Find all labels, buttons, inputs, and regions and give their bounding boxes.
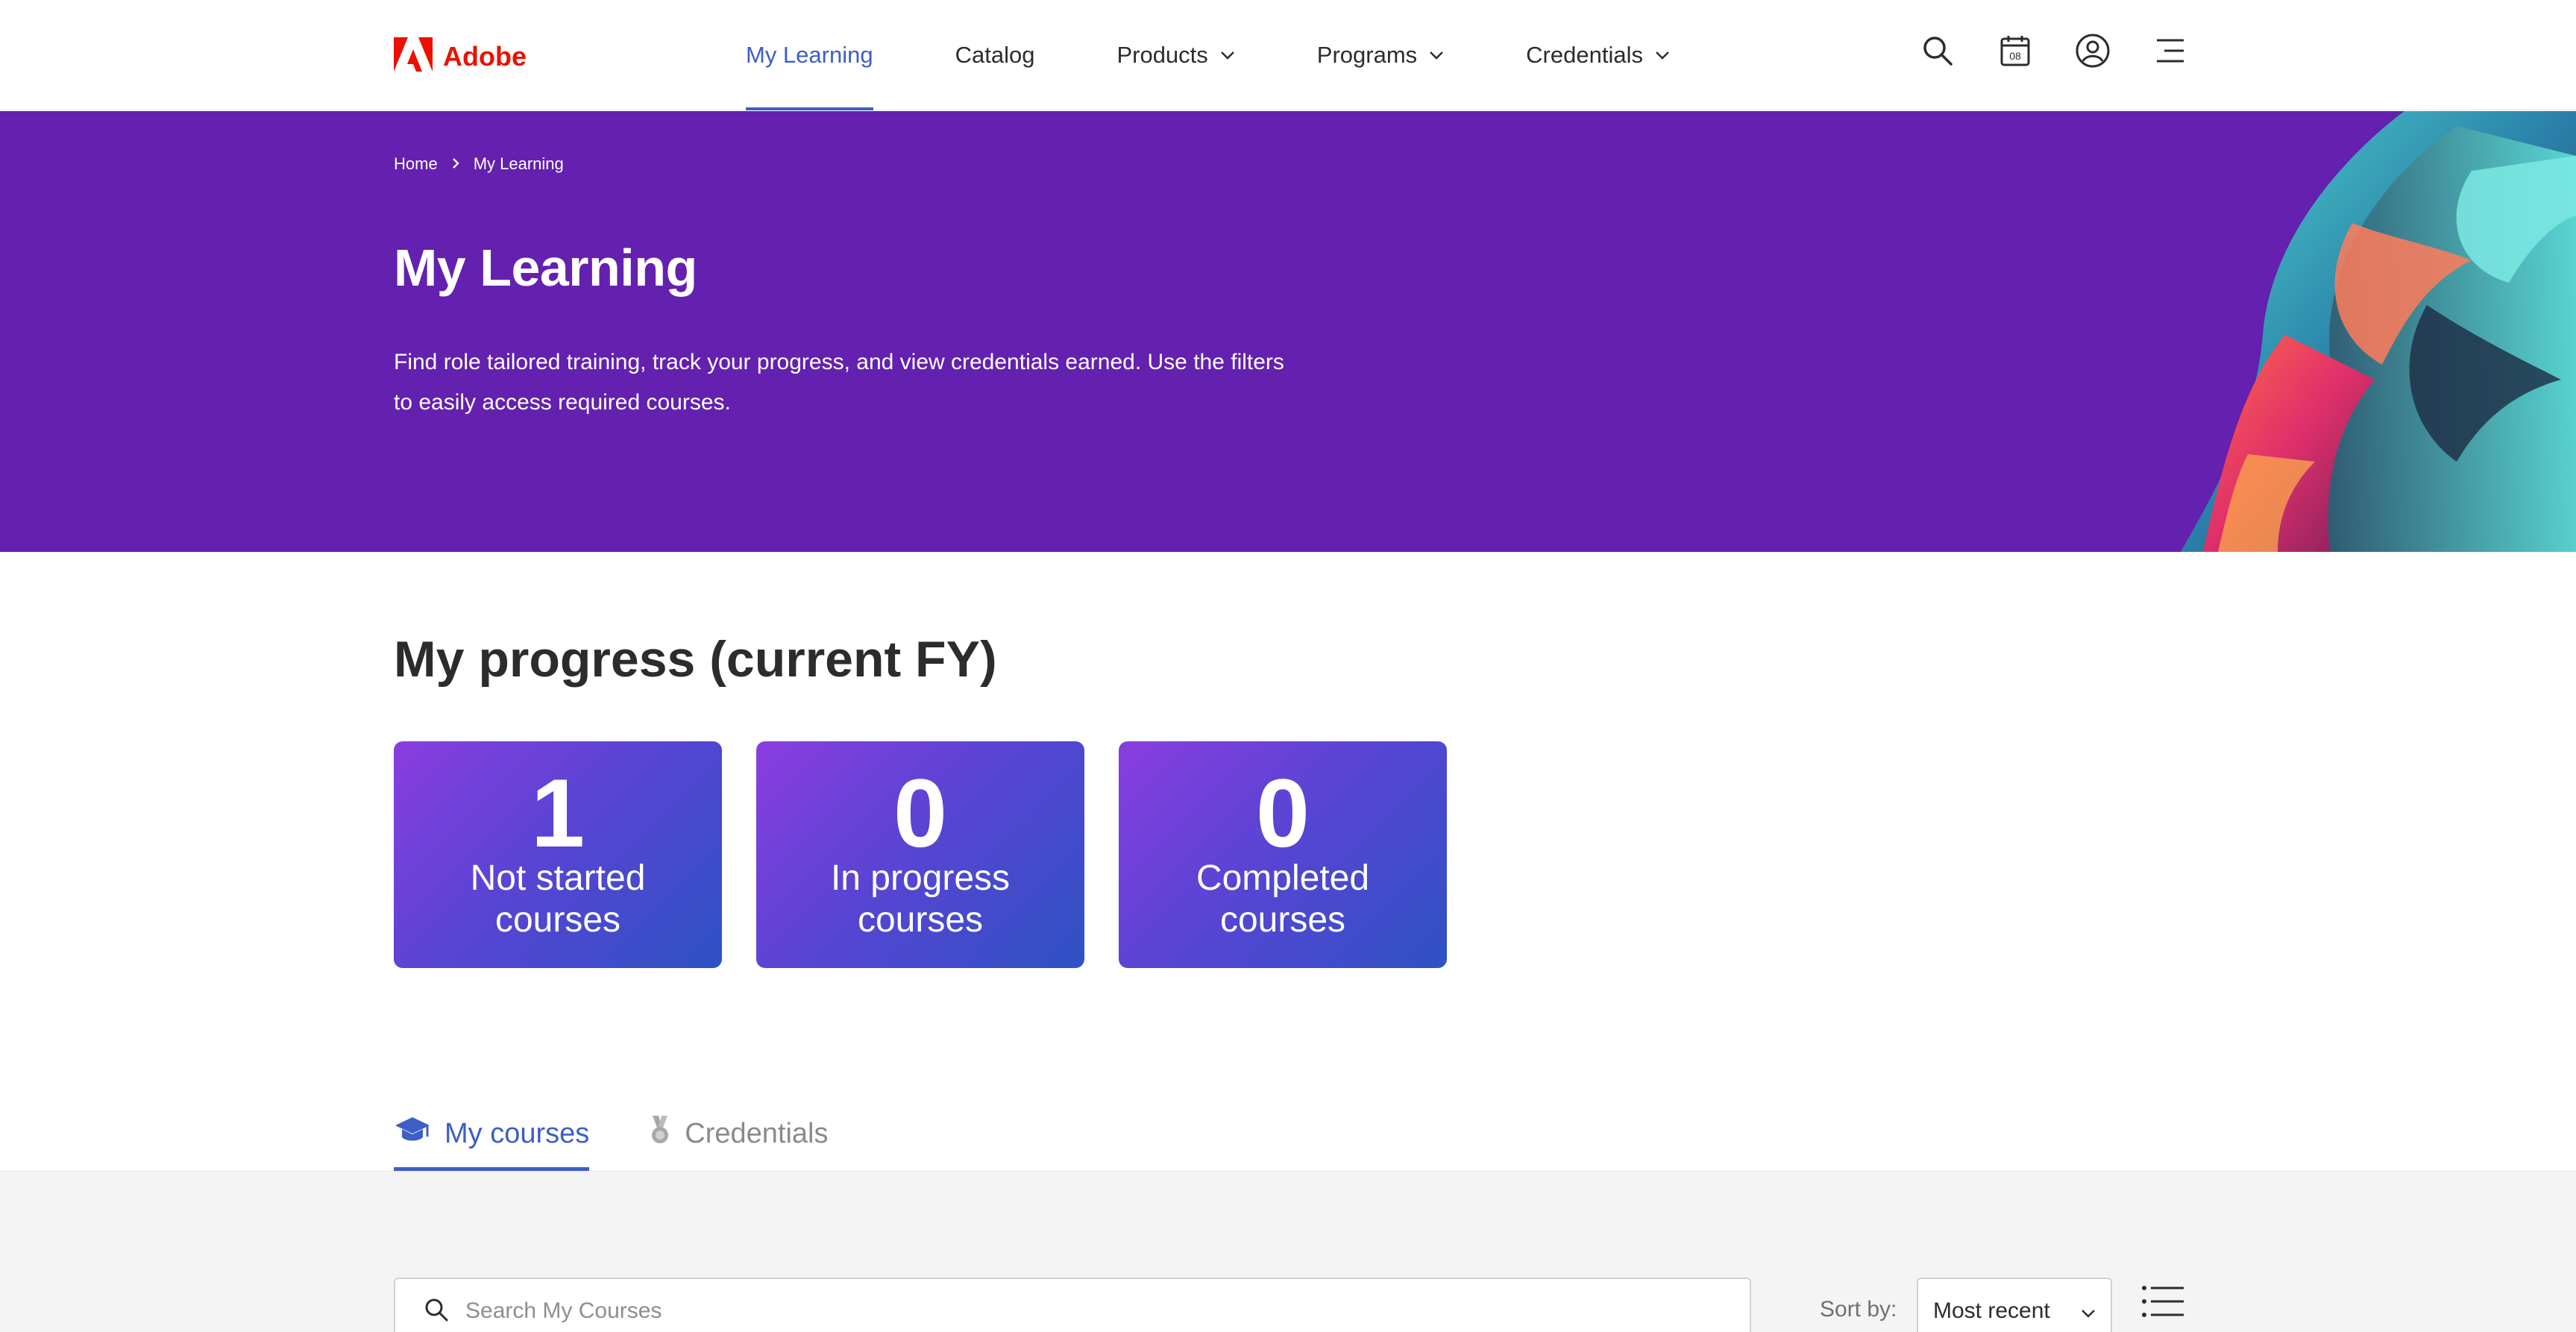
breadcrumb: Home My Learning [394,154,564,174]
not-started-courses-card[interactable]: 1 Not started courses [394,741,722,968]
page: Adobe My Learning Catalog Products Progr… [0,0,2576,1332]
search-icon [424,1297,449,1326]
nav-label: Credentials [1526,42,1643,68]
card-count: 1 [530,758,585,867]
sort-selected-value: Most recent [1933,1298,2050,1323]
completed-courses-card[interactable]: 0 Completed courses [1119,741,1447,968]
brand-name: Adobe [443,40,527,72]
list-view-icon[interactable] [2140,1284,2185,1328]
hero-abstract-artwork [2158,111,2576,552]
nav-label: Products [1116,42,1208,68]
page-title: My Learning [394,239,697,297]
medal-icon [649,1114,671,1153]
user-account-icon[interactable] [2075,33,2111,69]
nav-my-learning[interactable]: My Learning [746,0,873,110]
nav-products[interactable]: Products [1116,0,1234,110]
card-label-line1: Not started [470,858,646,898]
tab-my-courses[interactable]: My courses [394,1096,590,1171]
sort-label: Sort by: [1820,1297,1897,1322]
hero-banner: Home My Learning My Learning Find role t… [0,111,2576,552]
card-count: 0 [893,758,948,867]
chevron-down-icon [1429,51,1444,60]
tab-credentials[interactable]: Credentials [649,1096,829,1171]
breadcrumb-home-link[interactable]: Home [394,154,438,174]
nav-label: Catalog [955,42,1035,68]
tab-label: Credentials [685,1117,829,1149]
search-icon[interactable] [1920,33,1955,69]
tab-label: My courses [444,1117,590,1149]
card-label-line2: courses [1219,900,1346,940]
adobe-logo-icon [394,37,433,75]
card-label-line1: In progress [830,858,1011,898]
chevron-down-icon [2081,1298,2096,1324]
menu-icon[interactable] [2152,33,2188,69]
chevron-down-icon [1655,51,1670,60]
progress-cards: 1 Not started courses 0 In progress cour… [394,741,1447,968]
chevron-down-icon [1220,51,1235,60]
course-tabs: My courses Credentials [394,1096,829,1171]
in-progress-courses-card[interactable]: 0 In progress courses [756,741,1084,968]
calendar-icon[interactable]: 08 [1997,33,2033,69]
chevron-right-icon [451,154,460,174]
nav-utility-icons: 08 [1920,33,2188,69]
graduation-cap-icon [394,1116,431,1152]
course-search-input[interactable] [465,1298,1659,1324]
card-label-line2: courses [857,900,984,940]
progress-section-title: My progress (current FY) [394,631,997,688]
main-nav: My Learning Catalog Products Programs Cr… [746,0,1752,110]
sort-dropdown[interactable]: Most recent [1917,1278,2112,1332]
nav-label: Programs [1316,42,1418,68]
breadcrumb-current: My Learning [473,154,564,173]
nav-catalog[interactable]: Catalog [955,0,1035,110]
card-label-line1: Completed [1196,858,1370,898]
card-label-line2: courses [494,900,621,940]
nav-programs[interactable]: Programs [1317,0,1444,110]
nav-credentials[interactable]: Credentials [1526,0,1670,110]
adobe-logo-link[interactable]: Adobe [394,37,527,75]
my-courses-panel: Sort by: Most recent [0,1171,2576,1332]
top-navigation: Adobe My Learning Catalog Products Progr… [0,0,2576,110]
nav-label: My Learning [746,42,873,68]
course-search-box[interactable] [394,1278,1751,1332]
card-count: 0 [1255,758,1310,867]
calendar-day-number: 08 [2009,50,2021,62]
hero-description: Find role tailored training, track your … [394,350,1284,415]
